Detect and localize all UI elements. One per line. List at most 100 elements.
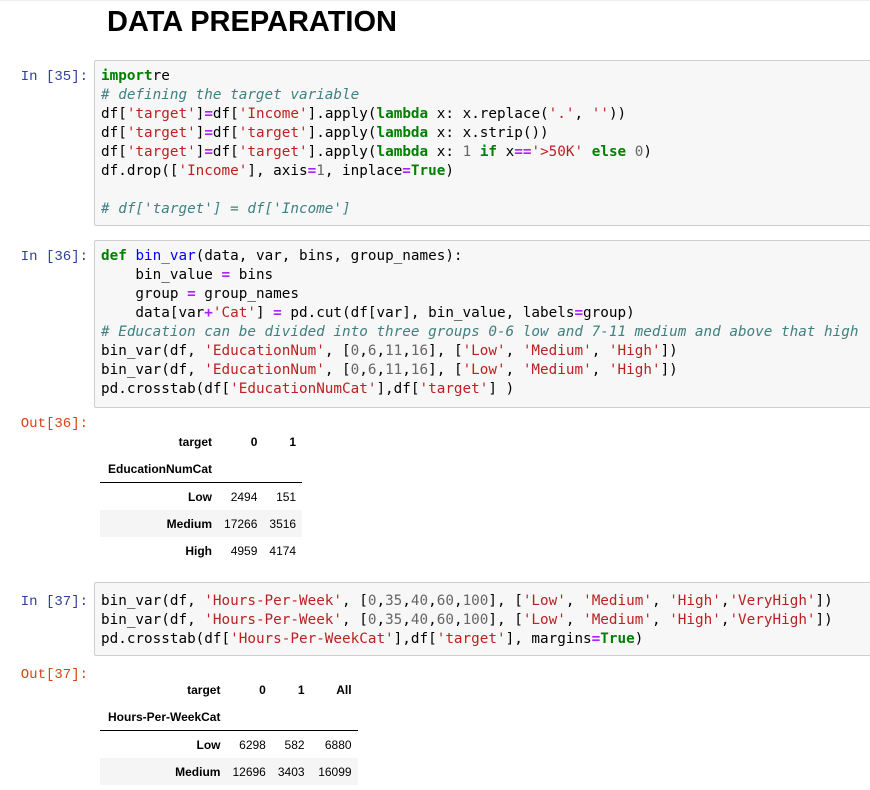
code-token: lambda (376, 125, 429, 141)
code-token: 'Low' (522, 593, 566, 609)
code-cell-37[interactable]: In [37]: bin_var(df, 'Hours-Per-Week', [… (0, 582, 870, 790)
column-axis-name: target (178, 434, 213, 449)
code-cell-35[interactable]: In [35]: importre # defining the target … (0, 60, 870, 230)
code-input-area[interactable]: def bin_var(data, var, bins, group_names… (94, 240, 870, 408)
table-cell: 4174 (269, 543, 297, 558)
code-token: ], [ (428, 362, 463, 378)
code-token: , (402, 362, 411, 378)
code-token: ) (634, 631, 644, 647)
code-editor[interactable]: def bin_var(data, var, bins, group_names… (95, 241, 870, 399)
code-token: , [ (324, 343, 351, 359)
code-token: group (101, 286, 188, 302)
column-header: 0 (250, 434, 258, 449)
code-token: 'target' (238, 144, 308, 160)
code-token: bins (230, 267, 274, 283)
output-prompt: Out[36]: (20, 416, 88, 432)
code-token: 'Income' (178, 163, 248, 179)
table-cell: 6298 (226, 730, 272, 758)
code-token: ], [ (488, 593, 523, 609)
code-token: ],df[ (393, 631, 437, 647)
code-token: , (591, 362, 609, 378)
table-row: Low 6298 582 6880 (100, 730, 358, 758)
code-token: , (651, 612, 670, 628)
code-token: 16 (410, 343, 429, 359)
code-token: bin_var(df, (101, 362, 205, 378)
table-header-row: target 0 1 All (100, 676, 358, 703)
code-token: pd.cut(df[var], bin_value, labels (281, 305, 575, 321)
code-token: '>50K' (531, 144, 584, 160)
code-token: if (479, 144, 498, 160)
code-token: = (204, 125, 213, 141)
index-name-row: Hours-Per-WeekCat (100, 703, 358, 731)
code-token: # defining the target variable (101, 87, 360, 103)
code-token: 'High' (608, 362, 661, 378)
markdown-heading: DATA PREPARATION (107, 6, 397, 38)
code-token: 11 (385, 362, 403, 378)
code-token: ], margins (505, 631, 592, 647)
code-token: , (376, 362, 386, 378)
code-token: True (600, 631, 635, 647)
code-token: )) (608, 106, 627, 122)
code-token: bin_value (101, 267, 222, 283)
code-token: 'target' (436, 631, 506, 647)
code-token: 'Medium' (522, 362, 592, 378)
code-token: 'Medium' (583, 593, 652, 609)
code-token: import (101, 68, 153, 84)
table-cell: 16099 (318, 764, 352, 779)
code-token: 'Medium' (522, 343, 592, 359)
code-token: bin_var(df, (101, 343, 205, 359)
code-token: 'Income' (238, 106, 308, 122)
code-token: '' (591, 106, 609, 122)
code-token: ], [ (428, 343, 463, 359)
column-header: 1 (297, 682, 305, 697)
code-token: 'VeryHigh' (729, 612, 816, 628)
code-token: 'EducationNum' (204, 343, 325, 359)
code-token: 'VeryHigh' (729, 593, 816, 609)
code-token: 'Low' (462, 362, 506, 378)
code-editor[interactable]: bin_var(df, 'Hours-Per-Week', [0,35,40,6… (95, 583, 870, 649)
code-token: df.drop([ (101, 163, 179, 179)
table-body: Low 6298 582 6880 Medium 12696 3403 16099 (100, 730, 358, 785)
code-token: 'High' (608, 343, 661, 359)
notebook-top-border (0, 0, 870, 1)
code-token: 'Hours-Per-Week' (204, 593, 343, 609)
code-token: = (204, 144, 213, 160)
code-token: , (453, 593, 463, 609)
code-token: 'Low' (522, 612, 566, 628)
code-token: , (574, 106, 592, 122)
code-token: df[ (101, 106, 127, 122)
table-body: Low 2494 151 Medium 17266 3516 High 4959 4174 (100, 482, 303, 565)
index-name: Hours-Per-WeekCat (108, 709, 221, 724)
code-token: , inplace (324, 163, 403, 179)
code-token: x: x.strip()) (428, 125, 549, 141)
code-token: df[ (212, 106, 239, 122)
code-token: 'target' (238, 125, 308, 141)
index-name: EducationNumCat (108, 461, 213, 476)
code-input-area[interactable]: bin_var(df, 'Hours-Per-Week', [0,35,40,6… (94, 582, 870, 656)
code-editor[interactable]: importre # defining the target variable … (95, 61, 870, 219)
code-token: 40 (410, 593, 429, 609)
code-token: , (376, 593, 386, 609)
table-row: High 4959 4174 (100, 537, 302, 564)
code-token: , (453, 612, 463, 628)
column-header: 0 (259, 682, 266, 697)
code-token: = (221, 267, 231, 283)
code-token: 35 (385, 593, 403, 609)
code-token: x: (428, 144, 463, 160)
code-token: 'target' (419, 381, 489, 397)
code-token: re (152, 68, 170, 84)
code-token: , (402, 343, 411, 359)
code-token: bin_var(df, (101, 593, 205, 609)
code-token: 11 (385, 343, 403, 359)
code-token: 'target' (126, 144, 196, 160)
code-cell-36[interactable]: In [36]: def bin_var(data, var, bins, gr… (0, 240, 870, 570)
code-input-area[interactable]: importre # defining the target variable … (94, 60, 870, 226)
code-token: 1 (316, 163, 325, 179)
code-token: else (591, 144, 627, 160)
code-token: lambda (376, 106, 429, 122)
code-token: data[var (101, 305, 205, 321)
code-token: ) (643, 144, 652, 160)
code-token: , [ (324, 362, 351, 378)
code-token: = (574, 305, 584, 321)
